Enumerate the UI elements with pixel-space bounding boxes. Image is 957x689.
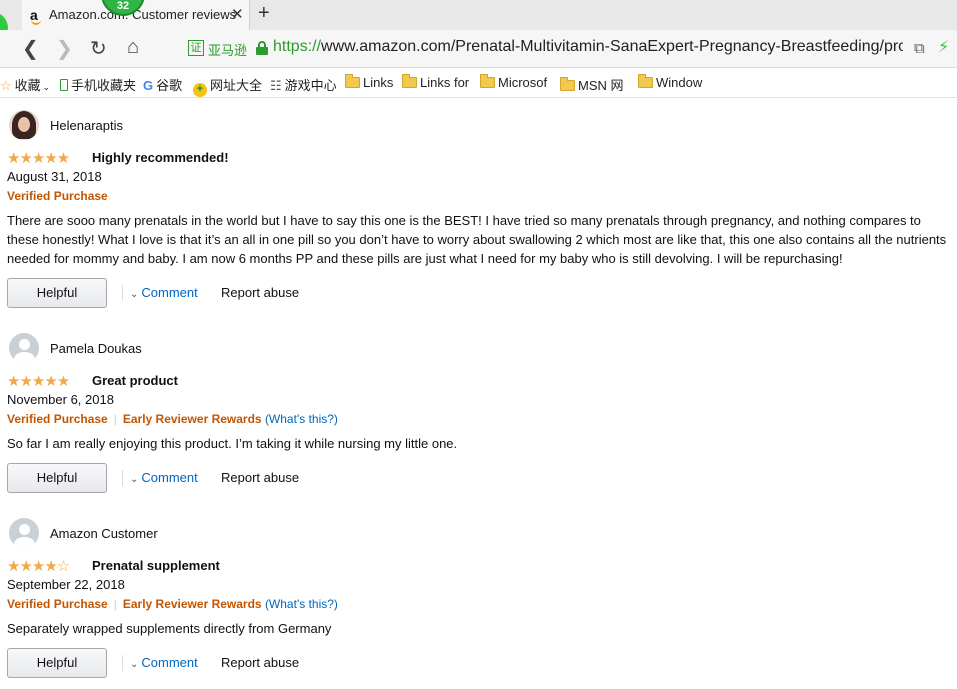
early-reviewer-badge: Early Reviewer Rewards xyxy=(122,412,262,426)
whats-this-link[interactable]: (What's this?) xyxy=(265,412,338,426)
url-path: www.amazon.com/Prenatal-Multivitamin-San… xyxy=(321,38,903,55)
certificate-icon[interactable]: 证 xyxy=(188,40,204,56)
report-abuse-link[interactable]: Report abuse xyxy=(221,470,299,485)
star-rating-icon[interactable]: ★★★★★ xyxy=(7,372,70,390)
report-abuse-link[interactable]: Report abuse xyxy=(221,285,299,300)
helpful-button[interactable]: Helpful xyxy=(7,278,107,308)
forward-icon[interactable]: ❯ xyxy=(56,36,73,61)
comment-link[interactable]: ⌄ Comment xyxy=(130,470,198,485)
share-icon[interactable]: ⧉ xyxy=(914,40,925,57)
chevron-down-icon: ⌄ xyxy=(130,474,139,485)
bookmark-mobile[interactable]: 手机收藏夹 xyxy=(60,75,136,94)
web-directory-icon: + xyxy=(193,83,207,97)
tab-title: Amazon.com: Customer reviews xyxy=(49,7,237,22)
reviewer-name[interactable]: Amazon Customer xyxy=(50,526,158,541)
verified-purchase-badge: Verified Purchase xyxy=(7,412,108,426)
divider xyxy=(122,285,123,301)
helpful-button[interactable]: Helpful xyxy=(7,463,107,493)
star-rating-icon[interactable]: ★★★★★ xyxy=(7,149,70,167)
certificate-label[interactable]: 亚马逊 xyxy=(208,40,247,59)
reviewer-name[interactable]: Pamela Doukas xyxy=(50,341,142,356)
bookmark-msn[interactable]: MSN 网 xyxy=(560,75,624,94)
review-badges: Verified Purchase | Early Reviewer Rewards… xyxy=(7,412,338,426)
star-rating-icon[interactable]: ★★★★☆ xyxy=(7,557,70,575)
divider xyxy=(122,470,123,486)
lock-icon[interactable] xyxy=(256,41,268,55)
review-title[interactable]: Great product xyxy=(92,373,178,388)
back-icon[interactable]: ❮ xyxy=(22,36,39,61)
close-tab-icon[interactable]: ✕ xyxy=(231,5,244,23)
lightning-icon[interactable]: ⚡ xyxy=(938,37,949,57)
helpful-button[interactable]: Helpful xyxy=(7,648,107,678)
chevron-down-icon: ⌄ xyxy=(42,82,51,92)
whats-this-link[interactable]: (What's this?) xyxy=(265,597,338,611)
review-body: So far I am really enjoying this product… xyxy=(7,436,458,451)
avatar[interactable] xyxy=(9,110,39,140)
comment-link[interactable]: ⌄ Comment xyxy=(130,285,198,300)
verified-purchase-badge: Verified Purchase xyxy=(7,189,108,203)
google-icon: G xyxy=(143,78,154,93)
reload-icon[interactable]: ↻ xyxy=(90,36,107,61)
bookmark-links[interactable]: Links xyxy=(345,74,393,90)
folder-icon xyxy=(560,77,575,91)
bookmark-links-for[interactable]: Links for xyxy=(402,74,469,90)
bookmark-windows[interactable]: Window xyxy=(638,74,702,90)
chevron-down-icon: ⌄ xyxy=(130,289,139,300)
bookmarks-bar: ☆ 收藏 ⌄ 手机收藏夹 G 谷歌 + 网址大全 ☷ 游戏中心 Links Links f… xyxy=(0,68,957,98)
review-date: November 6, 2018 xyxy=(7,392,114,407)
gamepad-icon: ☷ xyxy=(270,78,282,93)
bookmark-games[interactable]: ☷ 游戏中心 xyxy=(270,75,337,94)
chevron-down-icon: ⌄ xyxy=(130,659,139,670)
url-scheme: https:// xyxy=(273,38,322,55)
home-icon[interactable]: ⌂ xyxy=(127,36,139,59)
review-title[interactable]: Prenatal supplement xyxy=(92,558,220,573)
review-body: There are sooo many prenatals in the wor… xyxy=(7,213,947,266)
review-badges: Verified Purchase | Early Reviewer Rewards… xyxy=(7,597,338,611)
navigation-bar: ❮ ❯ ↻ ⌂ 证 亚马逊 https://www.amazon.com/Pre… xyxy=(0,30,957,68)
report-abuse-link[interactable]: Report abuse xyxy=(221,655,299,670)
tab-strip: a Amazon.com: Customer reviews ✕ 32 + xyxy=(0,0,957,44)
folder-icon xyxy=(345,74,360,88)
review-card: Pamela Doukas ★★★★★ Great product Novemb… xyxy=(7,333,947,498)
review-card: Helenaraptis ★★★★★ Highly recommended! A… xyxy=(7,110,947,310)
star-icon: ☆ xyxy=(0,78,12,93)
review-title[interactable]: Highly recommended! xyxy=(92,150,229,165)
avatar[interactable] xyxy=(9,333,39,363)
folder-icon xyxy=(402,74,417,88)
bookmark-google[interactable]: G 谷歌 xyxy=(143,75,182,94)
address-bar[interactable]: 证 亚马逊 https://www.amazon.com/Prenatal-Mu… xyxy=(182,35,912,63)
avatar[interactable] xyxy=(9,518,39,548)
review-date: August 31, 2018 xyxy=(7,169,102,184)
review-date: September 22, 2018 xyxy=(7,577,125,592)
review-card: Amazon Customer ★★★★☆ Prenatal supplemen… xyxy=(7,518,947,683)
bookmark-web-directory[interactable]: + 网址大全 xyxy=(193,75,262,97)
phone-icon xyxy=(60,79,68,91)
divider xyxy=(122,655,123,671)
folder-icon xyxy=(638,74,653,88)
reviewer-name[interactable]: Helenaraptis xyxy=(50,118,123,133)
bookmark-favorites[interactable]: ☆ 收藏 ⌄ xyxy=(0,75,50,94)
amazon-favicon-icon: a xyxy=(30,7,41,25)
comment-link[interactable]: ⌄ Comment xyxy=(130,655,198,670)
verified-purchase-badge: Verified Purchase xyxy=(7,597,108,611)
early-reviewer-badge: Early Reviewer Rewards xyxy=(122,597,262,611)
url-text[interactable]: https://www.amazon.com/Prenatal-Multivit… xyxy=(273,38,903,56)
bookmark-microsoft[interactable]: Microsof xyxy=(480,74,547,90)
new-tab-icon[interactable]: + xyxy=(258,2,270,25)
folder-icon xyxy=(480,74,495,88)
review-body: Separately wrapped supplements directly … xyxy=(7,621,332,636)
